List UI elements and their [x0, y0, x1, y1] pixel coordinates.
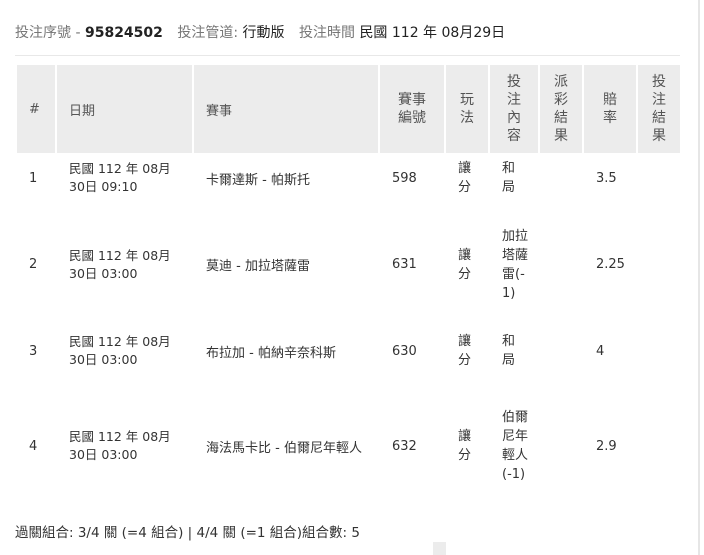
serial-label: 投注序號 — [15, 25, 71, 41]
row-payout — [540, 326, 582, 376]
divider — [15, 55, 680, 56]
header-play: 玩法 — [446, 65, 488, 153]
bet-detail-panel: 投注序號 - 95824502 投注管道: 行動版 投注時間 民國 112 年 … — [0, 0, 700, 555]
row-payout — [540, 376, 582, 516]
row-match-id: 632 — [392, 438, 417, 454]
serial-value: 95824502 — [84, 25, 163, 41]
header-odds: 賠率 — [584, 65, 636, 153]
row-play: 讓分 — [458, 429, 472, 463]
header-payout: 派彩結果 — [540, 65, 582, 153]
row-odds: 4 — [596, 343, 605, 359]
row-no: 4 — [29, 438, 38, 454]
row-payout — [540, 203, 582, 326]
row-no: 2 — [29, 257, 38, 272]
row-date: 民國 112 年 08月 30日 03:00 — [69, 334, 171, 367]
row-payout — [540, 153, 582, 203]
row-odds: 2.25 — [596, 257, 625, 272]
row-no: 3 — [29, 343, 38, 359]
row-bet-content: 和局 — [502, 161, 516, 195]
channel-value: 行動版 — [242, 25, 285, 41]
row-match-id: 598 — [392, 170, 417, 186]
bet-info-bar: 投注序號 - 95824502 投注管道: 行動版 投注時間 民國 112 年 … — [15, 22, 505, 44]
header-result: 投注結果 — [638, 65, 680, 153]
row-match: 海法馬卡比 - 伯爾尼年輕人 — [206, 440, 362, 456]
row-odds: 3.5 — [596, 170, 617, 186]
row-bet-content: 和局 — [502, 334, 516, 368]
row-match-id: 630 — [392, 343, 417, 359]
parlay-summary: 過關組合: 3/4 關 (=4 組合) | 4/4 關 (=1 組合)組合數: … — [15, 525, 360, 541]
scrollbar-thumb[interactable] — [433, 542, 446, 555]
row-bet-content: 加拉塔薩雷(-1) — [502, 228, 529, 301]
row-bet-content: 伯爾尼年輕人(-1) — [502, 410, 529, 482]
header-bet-content: 投注內容 — [490, 65, 538, 153]
row-play: 讓分 — [458, 247, 472, 282]
row-date: 民國 112 年 08月 30日 09:10 — [69, 161, 171, 194]
table-row: 3 民國 112 年 08月 30日 03:00 布拉加 - 帕納辛奈科斯 630… — [17, 326, 680, 376]
time-value: 民國 112 年 08月29日 — [359, 25, 506, 41]
row-result — [638, 153, 680, 203]
row-date: 民國 112 年 08月 30日 03:00 — [69, 429, 171, 462]
row-match: 卡爾達斯 - 帕斯托 — [206, 172, 310, 188]
row-play: 讓分 — [458, 161, 472, 195]
header-date: 日期 — [57, 65, 192, 153]
header-no: # — [17, 65, 55, 153]
row-odds: 2.9 — [596, 438, 617, 454]
bet-table: # 日期 賽事 賽事編號 玩法 投注內容 派彩結果 賠率 投注結果 1 民國 1… — [15, 65, 682, 516]
header-match: 賽事 — [194, 65, 378, 153]
row-match: 莫迪 - 加拉塔薩雷 — [206, 259, 310, 274]
row-result — [638, 203, 680, 326]
table-row: 1 民國 112 年 08月 30日 09:10 卡爾達斯 - 帕斯托 598 讓… — [17, 153, 680, 203]
table-row: 4 民國 112 年 08月 30日 03:00 海法馬卡比 - 伯爾尼年輕人 6… — [17, 376, 680, 516]
row-date: 民國 112 年 08月 30日 03:00 — [69, 247, 171, 281]
channel-label: 投注管道: — [177, 25, 239, 41]
row-match-id: 631 — [392, 257, 417, 272]
row-play: 讓分 — [458, 334, 472, 368]
row-result — [638, 376, 680, 516]
header-match-id: 賽事編號 — [380, 65, 444, 153]
table-header-row: # 日期 賽事 賽事編號 玩法 投注內容 派彩結果 賠率 投注結果 — [17, 65, 680, 153]
table-row: 2 民國 112 年 08月 30日 03:00 莫迪 - 加拉塔薩雷 631 讓… — [17, 203, 680, 326]
time-label: 投注時間 — [298, 25, 355, 41]
row-match: 布拉加 - 帕納辛奈科斯 — [206, 345, 336, 361]
row-result — [638, 326, 680, 376]
serial-dash: - — [75, 25, 81, 41]
row-no: 1 — [29, 170, 38, 186]
